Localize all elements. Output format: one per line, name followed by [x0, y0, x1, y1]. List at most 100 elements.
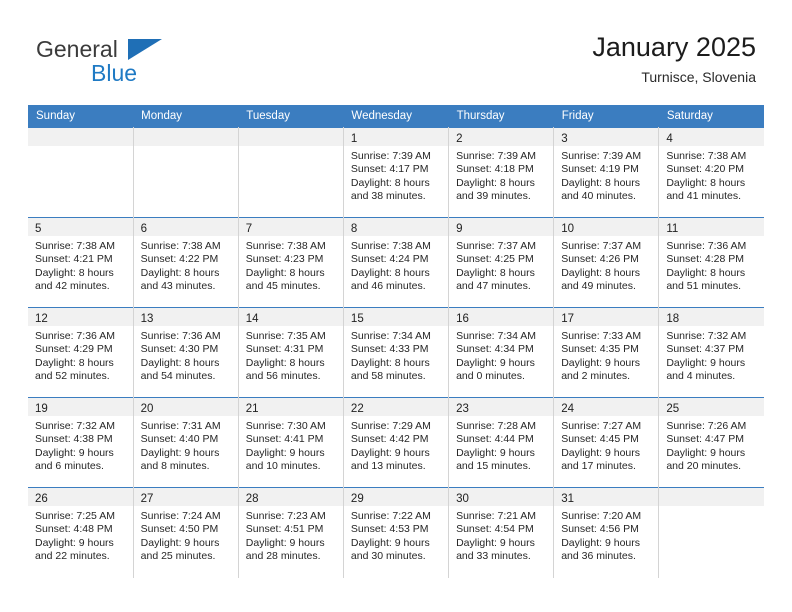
- weekday-header-monday: Monday: [133, 105, 239, 128]
- calendar-day-cell[interactable]: 15 Sunrise: 7:34 AM Sunset: 4:33 PM Dayligh…: [343, 307, 450, 398]
- day-details: Sunrise: 7:30 AM Sunset: 4:41 PM Daylight:…: [239, 416, 343, 473]
- day-number-band: 21: [238, 398, 343, 416]
- calendar-day-cell[interactable]: 12 Sunrise: 7:36 AM Sunset: 4:29 PM Dayligh…: [28, 307, 134, 398]
- day-number-band: 27: [133, 488, 238, 506]
- daylight-line-1: Daylight: 9 hours: [140, 446, 220, 459]
- sunrise-line: Sunrise: 7:39 AM: [561, 150, 642, 162]
- day-number: 11: [666, 223, 679, 235]
- calendar-day-cell[interactable]: 21 Sunrise: 7:30 AM Sunset: 4:41 PM Dayligh…: [238, 397, 344, 488]
- daylight-line-1: Daylight: 8 hours: [140, 356, 220, 369]
- day-details: Sunrise: 7:38 AM Sunset: 4:21 PM Daylight:…: [28, 236, 133, 293]
- day-number-band: 31: [554, 488, 659, 506]
- day-number: 14: [245, 313, 259, 325]
- calendar-day-cell[interactable]: 3 Sunrise: 7:39 AM Sunset: 4:19 PM Daylight…: [553, 127, 660, 218]
- day-number: 29: [350, 493, 364, 505]
- daylight-line-2: and 52 minutes.: [35, 369, 110, 382]
- sunset-line: Sunset: 4:33 PM: [350, 343, 429, 356]
- daylight-line-2: and 58 minutes.: [350, 369, 426, 382]
- calendar-day-cell[interactable]: 19 Sunrise: 7:32 AM Sunset: 4:38 PM Dayligh…: [28, 397, 134, 488]
- sunset-line: Sunset: 4:25 PM: [456, 253, 534, 266]
- day-details: Sunrise: 7:24 AM Sunset: 4:50 PM Daylight:…: [134, 506, 238, 563]
- calendar-day-cell[interactable]: 4 Sunrise: 7:38 AM Sunset: 4:20 PM Daylight…: [658, 127, 764, 218]
- day-details: Sunrise: 7:37 AM Sunset: 4:25 PM Daylight:…: [449, 236, 553, 293]
- sunrise-line: Sunrise: 7:26 AM: [666, 420, 747, 432]
- daylight-line-2: and 15 minutes.: [456, 459, 531, 472]
- calendar-day-cell[interactable]: 6 Sunrise: 7:38 AM Sunset: 4:22 PM Daylight…: [133, 217, 239, 308]
- day-number-band: 4: [659, 128, 764, 146]
- sunset-line: Sunset: 4:19 PM: [561, 163, 639, 176]
- day-number: 31: [561, 493, 574, 505]
- day-number-band: 24: [554, 398, 659, 416]
- daylight-line-1: Daylight: 9 hours: [35, 536, 114, 549]
- calendar-day-cell[interactable]: 26 Sunrise: 7:25 AM Sunset: 4:48 PM Dayligh…: [28, 487, 134, 578]
- daylight-line-2: and 33 minutes.: [456, 549, 531, 562]
- daylight-line-1: Daylight: 9 hours: [245, 536, 325, 549]
- calendar-day-cell[interactable]: 16 Sunrise: 7:34 AM Sunset: 4:34 PM Dayligh…: [448, 307, 555, 398]
- calendar-day-cell[interactable]: 20 Sunrise: 7:31 AM Sunset: 4:40 PM Dayligh…: [133, 397, 239, 488]
- sunset-line: Sunset: 4:42 PM: [350, 433, 429, 446]
- calendar-day-cell[interactable]: 11 Sunrise: 7:36 AM Sunset: 4:28 PM Dayligh…: [658, 217, 764, 308]
- daylight-line-1: Daylight: 9 hours: [245, 446, 325, 459]
- calendar-day-cell[interactable]: 27 Sunrise: 7:24 AM Sunset: 4:50 PM Dayligh…: [133, 487, 239, 578]
- day-details: Sunrise: 7:28 AM Sunset: 4:44 PM Daylight:…: [449, 416, 553, 473]
- sunrise-line: Sunrise: 7:28 AM: [456, 420, 537, 432]
- sunset-line: Sunset: 4:20 PM: [666, 163, 744, 176]
- daylight-line-1: Daylight: 8 hours: [666, 266, 746, 279]
- day-number-band: 19: [28, 398, 133, 416]
- location-subtitle: Turnisce, Slovenia: [641, 69, 756, 85]
- calendar-day-cell[interactable]: 31 Sunrise: 7:20 AM Sunset: 4:56 PM Dayligh…: [553, 487, 660, 578]
- calendar-header-row: Sunday Monday Tuesday Wednesday Thursday Frid…: [28, 105, 764, 128]
- daylight-line-2: and 51 minutes.: [666, 279, 742, 292]
- sunrise-line: Sunrise: 7:30 AM: [245, 420, 326, 432]
- day-number-band: 13: [133, 308, 238, 326]
- day-number-band: 18: [659, 308, 764, 326]
- day-details: Sunrise: 7:23 AM Sunset: 4:51 PM Daylight:…: [239, 506, 343, 563]
- day-number: 28: [245, 493, 259, 505]
- calendar-day-cell[interactable]: 7 Sunrise: 7:38 AM Sunset: 4:23 PM Daylight…: [238, 217, 344, 308]
- calendar-day-cell[interactable]: 10 Sunrise: 7:37 AM Sunset: 4:26 PM Dayligh…: [553, 217, 660, 308]
- day-number: 1: [350, 133, 358, 145]
- calendar-day-cell[interactable]: 22 Sunrise: 7:29 AM Sunset: 4:42 PM Dayligh…: [343, 397, 450, 488]
- day-details: Sunrise: 7:22 AM Sunset: 4:53 PM Daylight:…: [344, 506, 448, 563]
- daylight-line-1: Daylight: 8 hours: [245, 356, 325, 369]
- empty-day-band: [238, 128, 343, 146]
- calendar-day-cell[interactable]: 5 Sunrise: 7:38 AM Sunset: 4:21 PM Daylight…: [28, 217, 134, 308]
- general-blue-logo[interactable]: General Blue: [36, 36, 226, 92]
- calendar-day-cell[interactable]: 29 Sunrise: 7:22 AM Sunset: 4:53 PM Dayligh…: [343, 487, 450, 578]
- calendar-day-cell[interactable]: 9 Sunrise: 7:37 AM Sunset: 4:25 PM Daylight…: [448, 217, 555, 308]
- sunrise-line: Sunrise: 7:34 AM: [350, 330, 431, 342]
- daylight-line-1: Daylight: 9 hours: [561, 446, 640, 459]
- calendar-day-cell[interactable]: 17 Sunrise: 7:33 AM Sunset: 4:35 PM Dayligh…: [553, 307, 660, 398]
- day-number: 23: [456, 403, 469, 415]
- calendar-day-cell[interactable]: 23 Sunrise: 7:28 AM Sunset: 4:44 PM Dayligh…: [448, 397, 555, 488]
- calendar-week-row: 12 Sunrise: 7:36 AM Sunset: 4:29 PM Dayligh…: [28, 307, 764, 398]
- sunrise-line: Sunrise: 7:38 AM: [350, 240, 431, 252]
- day-details: Sunrise: 7:36 AM Sunset: 4:28 PM Daylight:…: [659, 236, 764, 293]
- daylight-line-2: and 36 minutes.: [561, 549, 636, 562]
- calendar-day-cell[interactable]: 24 Sunrise: 7:27 AM Sunset: 4:45 PM Dayligh…: [553, 397, 660, 488]
- day-number: 5: [35, 223, 42, 235]
- sunset-line: Sunset: 4:34 PM: [456, 343, 534, 356]
- calendar-day-cell[interactable]: 8 Sunrise: 7:38 AM Sunset: 4:24 PM Daylight…: [343, 217, 450, 308]
- calendar-day-cell[interactable]: 28 Sunrise: 7:23 AM Sunset: 4:51 PM Dayligh…: [238, 487, 344, 578]
- day-number-band: 2: [449, 128, 554, 146]
- calendar-day-cell[interactable]: 13 Sunrise: 7:36 AM Sunset: 4:30 PM Dayligh…: [133, 307, 239, 398]
- daylight-line-1: Daylight: 8 hours: [140, 266, 220, 279]
- sunrise-line: Sunrise: 7:23 AM: [245, 510, 326, 522]
- day-details: Sunrise: 7:39 AM Sunset: 4:19 PM Daylight:…: [554, 146, 658, 203]
- calendar-day-cell[interactable]: 14 Sunrise: 7:35 AM Sunset: 4:31 PM Dayligh…: [238, 307, 344, 398]
- calendar-day-cell[interactable]: 25 Sunrise: 7:26 AM Sunset: 4:47 PM Dayligh…: [658, 397, 764, 488]
- calendar-day-cell[interactable]: 2 Sunrise: 7:39 AM Sunset: 4:18 PM Daylight…: [448, 127, 555, 218]
- day-details: Sunrise: 7:38 AM Sunset: 4:20 PM Daylight:…: [659, 146, 764, 203]
- sunset-line: Sunset: 4:45 PM: [561, 433, 639, 446]
- calendar-day-cell[interactable]: 1 Sunrise: 7:39 AM Sunset: 4:17 PM Daylight…: [343, 127, 450, 218]
- day-details: Sunrise: 7:32 AM Sunset: 4:38 PM Daylight:…: [28, 416, 133, 473]
- sunrise-line: Sunrise: 7:38 AM: [140, 240, 221, 252]
- day-details: Sunrise: 7:20 AM Sunset: 4:56 PM Daylight:…: [554, 506, 658, 563]
- daylight-line-1: Daylight: 8 hours: [456, 176, 535, 189]
- daylight-line-2: and 22 minutes.: [35, 549, 110, 562]
- calendar-day-cell[interactable]: 30 Sunrise: 7:21 AM Sunset: 4:54 PM Dayligh…: [448, 487, 555, 578]
- daylight-line-1: Daylight: 9 hours: [140, 536, 220, 549]
- calendar-day-cell[interactable]: 18 Sunrise: 7:32 AM Sunset: 4:37 PM Dayligh…: [658, 307, 764, 398]
- day-number: 18: [666, 313, 680, 325]
